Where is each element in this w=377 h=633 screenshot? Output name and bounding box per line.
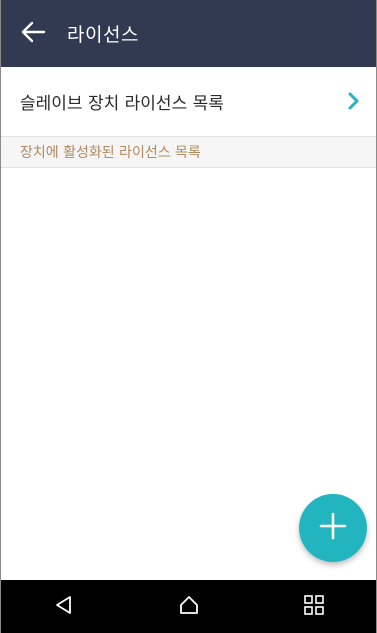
arrow-left-icon bbox=[20, 21, 46, 47]
screen: 라이선스 슬레이브 장치 라이선스 목록 장치에 활성화된 라이선스 목록 bbox=[0, 0, 377, 633]
add-license-button[interactable] bbox=[299, 494, 367, 562]
page-title: 라이선스 bbox=[67, 24, 139, 46]
triangle-back-icon bbox=[53, 594, 75, 620]
home-icon bbox=[177, 594, 201, 620]
system-nav-bar bbox=[1, 580, 376, 633]
plus-icon bbox=[318, 511, 348, 545]
nav-recents-button[interactable] bbox=[284, 580, 344, 633]
recents-grid-icon bbox=[303, 594, 325, 620]
nav-back-button[interactable] bbox=[34, 580, 94, 633]
chevron-right-icon bbox=[344, 91, 364, 111]
section-header-label: 장치에 활성화된 라이선스 목록 bbox=[20, 145, 201, 161]
nav-home-button[interactable] bbox=[159, 580, 219, 633]
section-header: 장치에 활성화된 라이선스 목록 bbox=[1, 136, 376, 168]
back-button[interactable] bbox=[5, 0, 61, 67]
list-item-slave-licenses[interactable]: 슬레이브 장치 라이선스 목록 bbox=[1, 67, 376, 135]
list-item-label: 슬레이브 장치 라이선스 목록 bbox=[20, 93, 224, 114]
app-bar: 라이선스 bbox=[1, 0, 376, 67]
